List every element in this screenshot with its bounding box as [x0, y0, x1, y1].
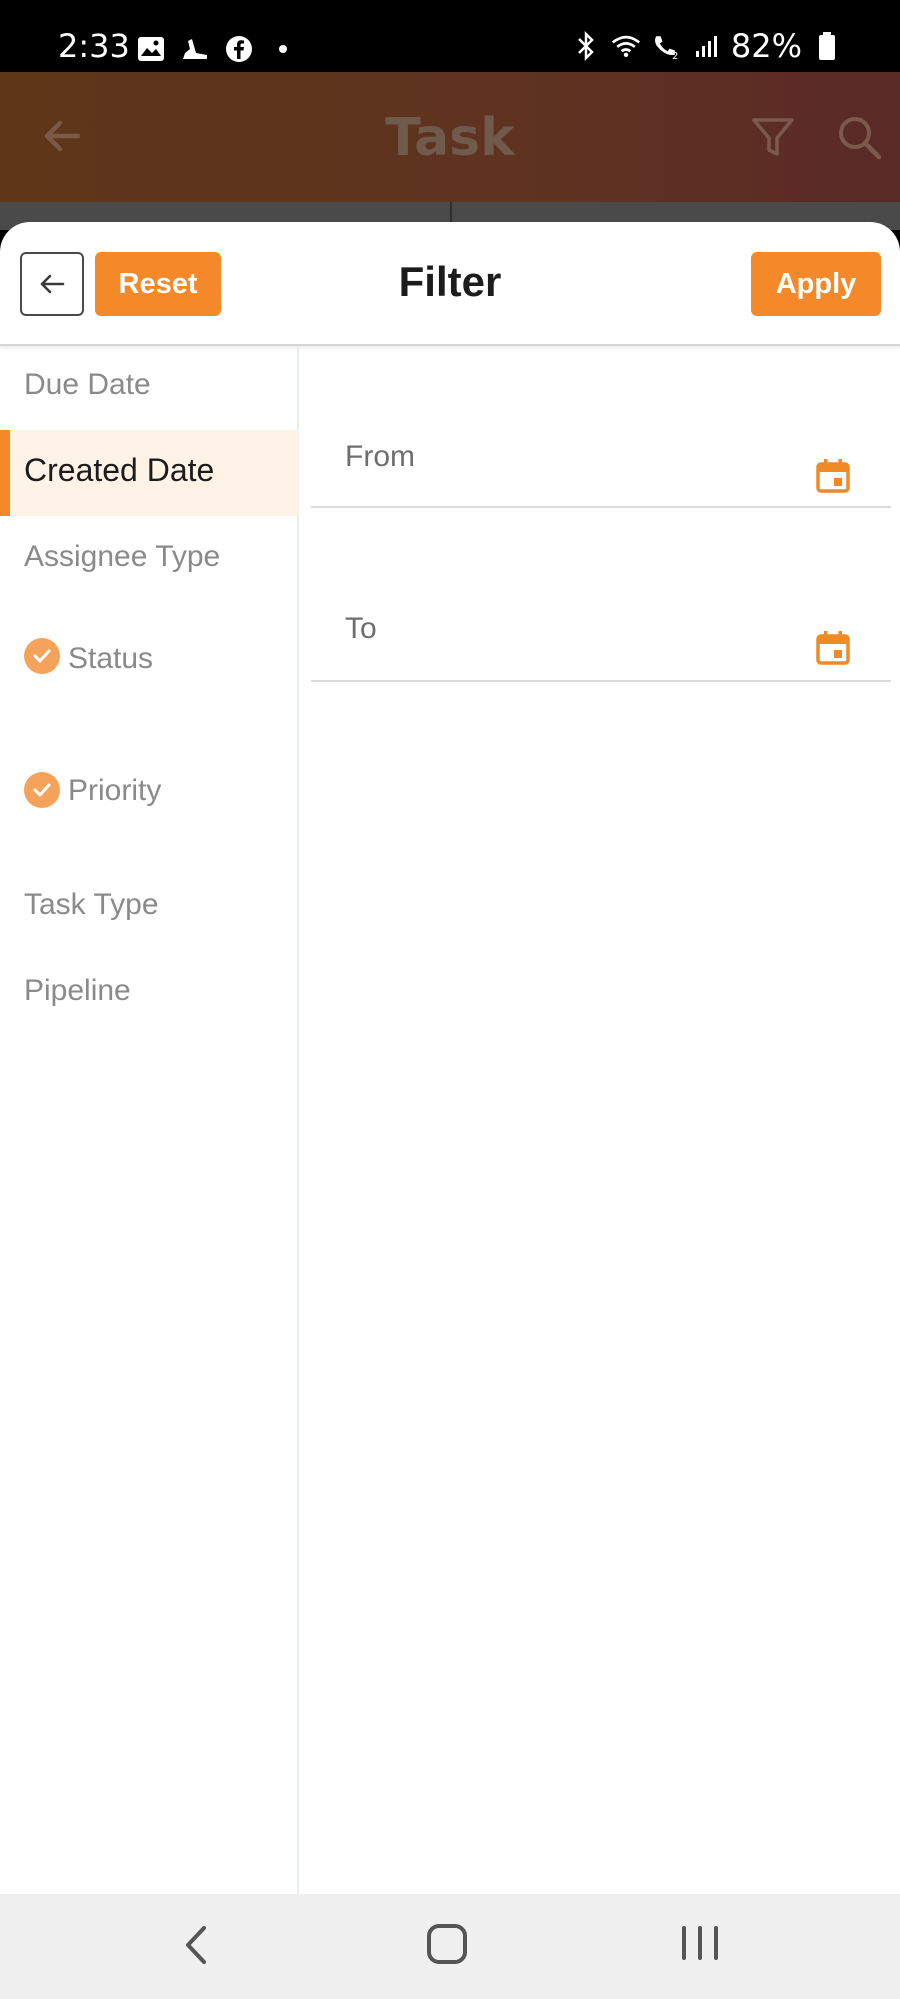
apply-button[interactable]: Apply [751, 252, 881, 316]
category-due-date[interactable]: Due Date [0, 346, 299, 430]
filter-category-list: Due Date Created Date Assignee Type Stat… [0, 346, 299, 1894]
dot-icon [268, 34, 298, 64]
nav-home-icon[interactable] [427, 1924, 467, 1964]
app-header: Task [0, 72, 900, 202]
category-label: Assignee Type [24, 540, 221, 573]
battery-icon [812, 31, 842, 61]
active-indicator [0, 430, 10, 516]
category-label: Priority [68, 774, 162, 807]
back-arrow-icon [40, 274, 65, 294]
facebook-icon [224, 34, 254, 64]
category-label: Status [68, 642, 154, 675]
to-date-field[interactable]: To [311, 508, 891, 682]
nav-recents-icon[interactable] [682, 1926, 718, 1962]
filter-options-panel: From To [301, 346, 900, 1894]
system-icons: 2 82% [571, 30, 842, 62]
battery-percentage: 82% [730, 27, 802, 65]
gallery-icon [136, 34, 166, 64]
category-label: Created Date [24, 452, 215, 488]
category-assignee-type[interactable]: Assignee Type [0, 516, 299, 602]
filter-sheet: Reset Filter Apply Due Date Created Date… [0, 222, 900, 1894]
wifi-icon [611, 31, 641, 61]
category-label: Task Type [24, 888, 159, 921]
category-status[interactable]: Status [0, 602, 299, 732]
calendar-icon[interactable] [815, 630, 851, 666]
system-nav-bar [0, 1894, 900, 1999]
calendar-icon[interactable] [815, 458, 851, 494]
reset-button[interactable]: Reset [95, 252, 221, 316]
status-bar: 2:33 2 82% [0, 0, 900, 72]
wifi-calling-icon: 2 [651, 31, 681, 61]
category-priority[interactable]: Priority [0, 732, 299, 862]
category-label: Due Date [24, 368, 151, 401]
filter-icon[interactable] [748, 112, 798, 162]
check-circle-icon [24, 772, 60, 808]
to-date-label: To [345, 612, 377, 645]
bluetooth-icon [571, 31, 601, 61]
from-date-label: From [345, 440, 415, 473]
search-icon[interactable] [834, 112, 884, 162]
signal-icon [691, 31, 721, 61]
close-filter-button[interactable] [20, 252, 84, 316]
check-circle-icon [24, 638, 60, 674]
filter-header: Reset Filter Apply [0, 222, 900, 346]
notification-icons [136, 34, 298, 64]
status-time: 2:33 [58, 27, 130, 65]
svg-text:2: 2 [672, 51, 678, 61]
nav-back-icon[interactable] [176, 1922, 216, 1968]
category-pipeline[interactable]: Pipeline [0, 948, 299, 1034]
from-date-field[interactable]: From [311, 346, 891, 508]
shoe-icon [180, 34, 210, 64]
category-created-date[interactable]: Created Date [0, 430, 299, 516]
category-task-type[interactable]: Task Type [0, 862, 299, 948]
category-label: Pipeline [24, 974, 131, 1007]
